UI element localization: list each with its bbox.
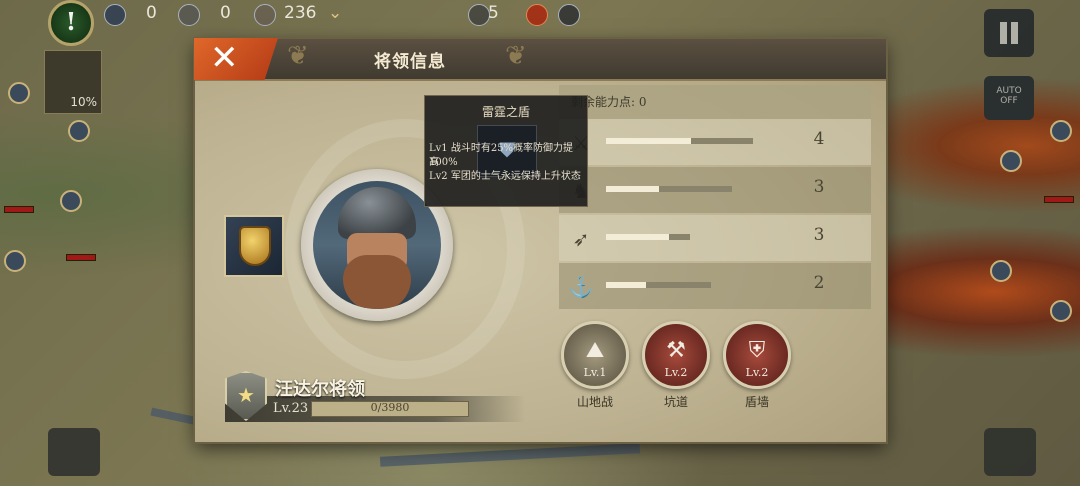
skill-shield-wall[interactable]: ⛨ Lv.2 bbox=[723, 321, 791, 389]
hourglass-button[interactable] bbox=[984, 428, 1036, 476]
helmet-icon bbox=[338, 187, 416, 239]
stat-row-ranged[interactable]: ➶ 3 bbox=[559, 215, 871, 261]
army-unit[interactable] bbox=[1050, 120, 1072, 142]
xp-text: 0/3980 bbox=[370, 401, 410, 414]
unit-health-bar bbox=[66, 254, 96, 261]
general-icon bbox=[104, 4, 126, 26]
pause-button[interactable] bbox=[984, 9, 1034, 57]
army-unit[interactable] bbox=[68, 120, 90, 142]
person-icon bbox=[558, 4, 580, 26]
map-tool-button[interactable] bbox=[48, 428, 100, 476]
army-unit[interactable] bbox=[990, 260, 1012, 282]
skill-tunnel[interactable]: ⚒ Lv.2 bbox=[642, 321, 710, 389]
stat-value: 4 bbox=[813, 129, 825, 149]
stat-bar-fill bbox=[606, 234, 669, 240]
skill-name: 山地战 bbox=[576, 395, 613, 409]
stat-bar-fill bbox=[606, 138, 692, 144]
close-icon: ✕ bbox=[210, 38, 239, 78]
army-unit[interactable] bbox=[4, 250, 26, 272]
army-unit[interactable] bbox=[1000, 150, 1022, 172]
skill-name: 坑道 bbox=[663, 395, 688, 409]
resource-icon bbox=[254, 4, 276, 26]
auto-button[interactable]: AUTO OFF bbox=[984, 76, 1034, 120]
count-a: 0 bbox=[146, 3, 157, 23]
unit-health-bar bbox=[1044, 196, 1074, 203]
side-card-percent: 10% bbox=[70, 95, 97, 109]
shield-wall-icon: ⛨ bbox=[748, 338, 766, 363]
stat-bar-fill bbox=[606, 186, 659, 192]
xp-bar: 0/3980 bbox=[311, 401, 469, 417]
stat-bar bbox=[606, 138, 753, 144]
army-unit[interactable] bbox=[8, 82, 30, 104]
general-name: 汪达尔将领 bbox=[275, 379, 365, 400]
skill-mountain-warfare[interactable]: ⛰ Lv.1 bbox=[561, 321, 629, 389]
alert-button[interactable]: ! bbox=[48, 0, 94, 46]
stat-bar bbox=[606, 234, 690, 240]
auto-state: OFF bbox=[1000, 96, 1018, 106]
equipment-slot[interactable] bbox=[224, 215, 284, 277]
tooltip-line: Lv2 军团的士气永远保持上升状态 bbox=[429, 171, 581, 182]
laurel-right-icon: ❦ bbox=[505, 41, 527, 71]
river bbox=[379, 443, 641, 467]
portrait-image bbox=[313, 181, 441, 309]
auto-label: AUTO bbox=[996, 86, 1022, 96]
resource-count: 236 bbox=[284, 3, 317, 23]
stat-bar bbox=[606, 186, 732, 192]
general-info-dialog: ❦ 将领信息 ❦ ✕ ★ 汪达尔将领 Lv.23 0/3980 剩余能力点: 0… bbox=[194, 38, 886, 442]
stat-row-naval[interactable]: ⚓ 2 bbox=[559, 263, 871, 309]
side-card[interactable]: 10% bbox=[44, 50, 102, 114]
general-level: Lv.23 bbox=[273, 401, 309, 416]
stat-value: 3 bbox=[813, 225, 825, 245]
hand-count: 5 bbox=[488, 3, 499, 23]
stat-value: 2 bbox=[813, 273, 825, 293]
equipment-tooltip: 雷霆之盾 ⛊ Lv1 战斗时有25%概率防御力提高 100% Lv2 军团的士气… bbox=[424, 95, 588, 207]
stat-row-attack[interactable]: ⚔ 4 bbox=[559, 119, 871, 165]
tooltip-line: 100% bbox=[429, 157, 458, 168]
skill-level: Lv.2 bbox=[745, 366, 769, 379]
skill-level: Lv.2 bbox=[664, 366, 688, 379]
tooltip-title: 雷霆之盾 bbox=[481, 105, 530, 119]
dialog-header: ❦ 将领信息 ❦ bbox=[195, 39, 886, 81]
soldiers-icon: ⚒ bbox=[666, 338, 686, 363]
hand-icon bbox=[468, 4, 490, 26]
axe-icon bbox=[178, 4, 200, 26]
stat-value: 3 bbox=[813, 177, 825, 197]
golden-shield-icon bbox=[239, 226, 271, 266]
stat-row-cavalry[interactable]: ♞ 3 bbox=[559, 167, 871, 213]
unit-health-bar bbox=[4, 206, 34, 213]
army-unit[interactable] bbox=[60, 190, 82, 212]
army-unit[interactable] bbox=[1050, 300, 1072, 322]
mountain-icon: ⛰ bbox=[585, 338, 605, 363]
skill-name: 盾墙 bbox=[744, 395, 769, 409]
count-b: 0 bbox=[220, 3, 231, 23]
skill-level: Lv.1 bbox=[583, 366, 607, 379]
fire-icon[interactable] bbox=[526, 4, 548, 26]
top-hud: ! 0 0 236 ⌄ 5 bbox=[0, 0, 1080, 46]
close-button[interactable]: ✕ bbox=[194, 38, 278, 80]
beard bbox=[343, 255, 411, 309]
chevron-down-icon[interactable]: ⌄ bbox=[328, 3, 342, 23]
anchor-icon: ⚓ bbox=[568, 275, 594, 299]
stat-bar bbox=[606, 282, 711, 288]
remaining-points-row: 剩余能力点: 0 bbox=[559, 85, 871, 119]
stat-bar-fill bbox=[606, 282, 646, 288]
bow-icon: ➶ bbox=[572, 227, 590, 251]
